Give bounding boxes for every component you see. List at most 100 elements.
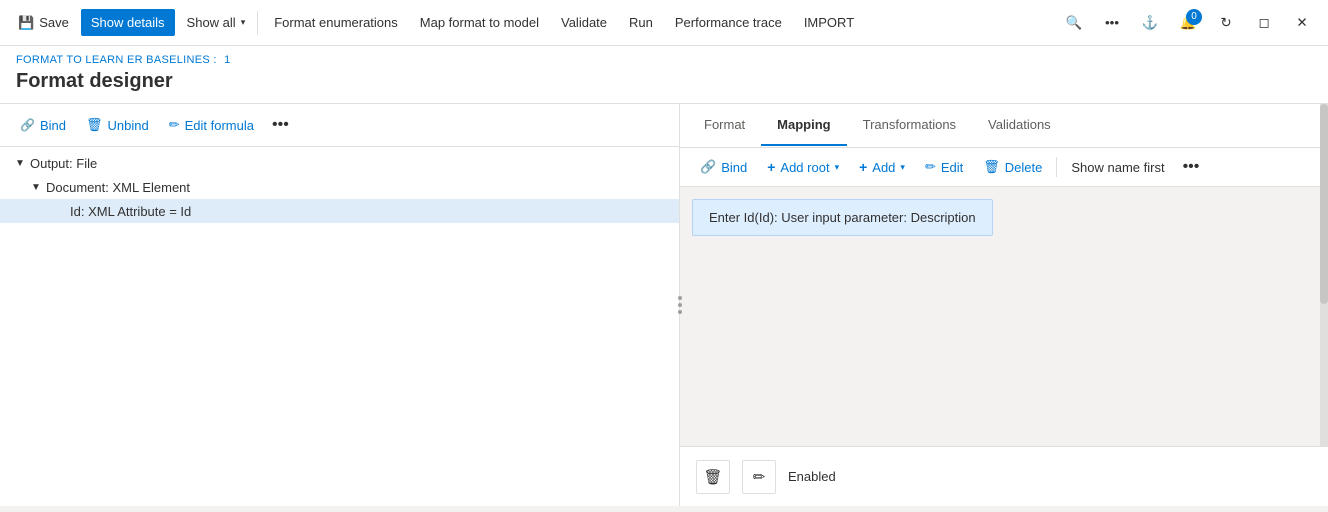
tree-item-output[interactable]: ▼ Output: File — [0, 151, 679, 175]
restore-button[interactable]: ◻ — [1246, 5, 1282, 41]
tree-toggle-document[interactable]: ▼ — [28, 179, 44, 195]
bottom-delete-button[interactable]: 🗑 — [696, 460, 730, 494]
validate-button[interactable]: Validate — [551, 9, 617, 36]
gear-icon: ⚓ — [1142, 15, 1159, 31]
panel-resize-handle[interactable] — [678, 296, 682, 314]
mapping-card: Enter Id(Id): User input parameter: Desc… — [692, 199, 993, 236]
show-name-first-label: Show name first — [1071, 160, 1164, 175]
validate-label: Validate — [561, 15, 607, 30]
notifications-button[interactable]: 🔔 0 — [1170, 5, 1206, 41]
right-sub-toolbar: 🔗 Bind + Add root ▾ + Add ▾ ✏ Edit 🗑 Del… — [680, 148, 1328, 187]
refresh-icon: ↻ — [1220, 15, 1231, 31]
right-sub-sep — [1056, 157, 1057, 177]
tab-transformations[interactable]: Transformations — [847, 105, 972, 146]
unbind-label: Unbind — [108, 118, 149, 133]
tree-area[interactable]: ▼ Output: File ▼ Document: XML Element I… — [0, 147, 679, 506]
edit-formula-button[interactable]: ✏ Edit formula — [161, 112, 262, 138]
performance-trace-label: Performance trace — [675, 15, 782, 30]
show-details-button[interactable]: Show details — [81, 9, 175, 36]
breadcrumb-num: 1 — [224, 54, 230, 66]
right-panel: Format Mapping Transformations Validatio… — [680, 104, 1328, 506]
search-button[interactable]: 🔍 — [1056, 5, 1092, 41]
show-all-arrow-icon: ▾ — [241, 17, 246, 28]
notification-badge: 0 — [1186, 9, 1202, 25]
close-button[interactable]: ✕ — [1284, 5, 1320, 41]
add-root-label: Add root — [780, 160, 829, 175]
right-bind-label: Bind — [721, 160, 747, 175]
add-button[interactable]: + Add ▾ — [851, 154, 913, 180]
edit-label: Edit — [941, 160, 963, 175]
add-root-button[interactable]: + Add root ▾ — [759, 154, 847, 180]
tab-transformations-label: Transformations — [863, 117, 956, 132]
import-button[interactable]: IMPORT — [794, 9, 864, 36]
show-all-button[interactable]: Show all ▾ — [177, 9, 252, 36]
close-icon: ✕ — [1296, 15, 1307, 31]
more-icon: ••• — [1105, 15, 1119, 30]
delete-button[interactable]: 🗑 Delete — [975, 154, 1050, 180]
format-enumerations-button[interactable]: Format enumerations — [264, 9, 408, 36]
tab-validations-label: Validations — [988, 117, 1051, 132]
tree-toggle-output[interactable]: ▼ — [12, 155, 28, 171]
toolbar-sep-1 — [257, 11, 258, 35]
drag-dot-3 — [678, 310, 682, 314]
tree-label-document: Document: XML Element — [46, 180, 190, 195]
run-button[interactable]: Run — [619, 9, 663, 36]
add-plus-icon: + — [859, 159, 867, 175]
add-label: Add — [872, 160, 895, 175]
show-name-first-button[interactable]: Show name first — [1063, 155, 1172, 180]
delete-label: Delete — [1005, 160, 1043, 175]
search-icon: 🔍 — [1066, 15, 1083, 31]
tree-item-id[interactable]: Id: XML Attribute = Id — [0, 199, 679, 223]
import-label: IMPORT — [804, 15, 854, 30]
tree-item-document[interactable]: ▼ Document: XML Element — [0, 175, 679, 199]
right-scrollbar-thumb[interactable] — [1320, 104, 1328, 304]
more-options-button[interactable]: ••• — [1094, 5, 1130, 41]
bind-label: Bind — [40, 118, 66, 133]
left-more-button[interactable]: ••• — [266, 112, 295, 138]
settings-button[interactable]: ⚓ — [1132, 5, 1168, 41]
delete-trash-icon: 🗑 — [983, 159, 1000, 175]
run-label: Run — [629, 15, 653, 30]
tab-mapping[interactable]: Mapping — [761, 105, 846, 146]
page-title: Format designer — [16, 70, 1312, 93]
right-scrollbar[interactable] — [1320, 104, 1328, 446]
bottom-edit-button[interactable]: ✏ — [742, 460, 776, 494]
breadcrumb-text: FORMAT TO LEARN ER BASELINES : — [16, 54, 217, 66]
bottom-pencil-icon: ✏ — [753, 468, 766, 486]
edit-formula-label: Edit formula — [185, 118, 254, 133]
add-arrow-icon: ▾ — [900, 162, 905, 173]
breadcrumb: FORMAT TO LEARN ER BASELINES : 1 — [16, 54, 1312, 66]
right-link-icon: 🔗 — [700, 159, 716, 175]
drag-dot-1 — [678, 296, 682, 300]
bind-button[interactable]: 🔗 Bind — [12, 113, 74, 138]
restore-icon: ◻ — [1258, 15, 1269, 31]
main-layout: 🔗 Bind 🗑 Unbind ✏ Edit formula ••• ▼ Out… — [0, 104, 1328, 506]
bottom-trash-icon: 🗑 — [703, 468, 722, 486]
main-toolbar: 💾 Save Show details Show all ▾ Format en… — [0, 0, 1328, 46]
status-text: Enabled — [788, 469, 836, 484]
drag-dot-2 — [678, 303, 682, 307]
tree-label-output: Output: File — [30, 156, 97, 171]
performance-trace-button[interactable]: Performance trace — [665, 9, 792, 36]
save-label: Save — [39, 15, 69, 30]
mapping-text: Enter Id(Id): User input parameter: Desc… — [709, 210, 976, 225]
save-button[interactable]: 💾 Save — [8, 9, 79, 37]
link-icon: 🔗 — [20, 118, 35, 132]
left-panel: 🔗 Bind 🗑 Unbind ✏ Edit formula ••• ▼ Out… — [0, 104, 680, 506]
refresh-button[interactable]: ↻ — [1208, 5, 1244, 41]
tab-format-label: Format — [704, 117, 745, 132]
map-format-button[interactable]: Map format to model — [410, 9, 549, 36]
edit-button[interactable]: ✏ Edit — [917, 154, 971, 180]
tab-validations[interactable]: Validations — [972, 105, 1067, 146]
bottom-panel: 🗑 ✏ Enabled — [680, 446, 1328, 506]
right-bind-button[interactable]: 🔗 Bind — [692, 154, 755, 180]
tab-format[interactable]: Format — [688, 105, 761, 146]
right-more-button[interactable]: ••• — [1177, 156, 1206, 178]
show-all-label: Show all — [187, 15, 236, 30]
tab-mapping-label: Mapping — [777, 117, 830, 132]
left-toolbar: 🔗 Bind 🗑 Unbind ✏ Edit formula ••• — [0, 104, 679, 147]
page-header: FORMAT TO LEARN ER BASELINES : 1 Format … — [0, 46, 1328, 104]
save-icon: 💾 — [18, 15, 34, 31]
unbind-button[interactable]: 🗑 Unbind — [78, 112, 157, 138]
tree-label-id: Id: XML Attribute = Id — [70, 204, 191, 219]
